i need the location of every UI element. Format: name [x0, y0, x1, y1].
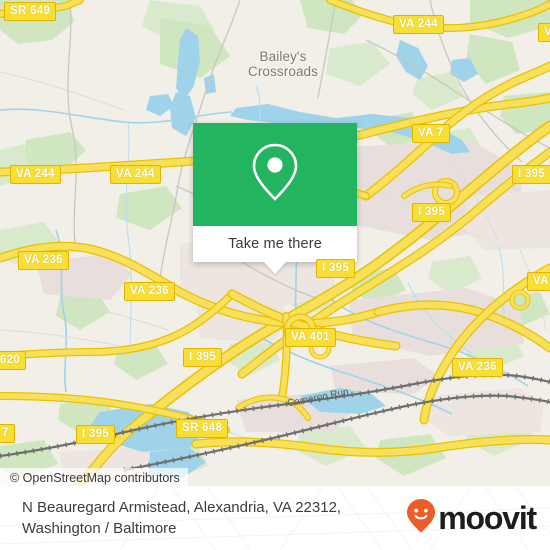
map-canvas[interactable]: .green { fill:#cfe6c0; } .green2 { fill:… [0, 0, 550, 486]
location-title: N Beauregard Armistead, Alexandria, VA 2… [22, 499, 342, 516]
popup-pointer [264, 262, 286, 274]
moovit-wordmark: moovit [438, 500, 537, 536]
location-pin-icon [249, 141, 301, 208]
moovit-smiley-pin-icon [406, 498, 436, 539]
footer-bar: N Beauregard Armistead, Alexandria, VA 2… [0, 486, 550, 550]
moovit-logo[interactable]: moovit [406, 498, 537, 539]
moovit-location-card: .green { fill:#cfe6c0; } .green2 { fill:… [0, 0, 550, 550]
location-subtitle: Washington / Baltimore [22, 520, 177, 537]
popup-header [193, 123, 357, 226]
osm-attribution[interactable]: © OpenStreetMap contributors [0, 468, 188, 486]
location-title-block: N Beauregard Armistead, Alexandria, VA 2… [22, 497, 341, 539]
take-me-there-label: Take me there [228, 236, 322, 252]
location-popup-card[interactable]: Take me there [193, 123, 357, 274]
take-me-there-button[interactable]: Take me there [193, 226, 357, 262]
